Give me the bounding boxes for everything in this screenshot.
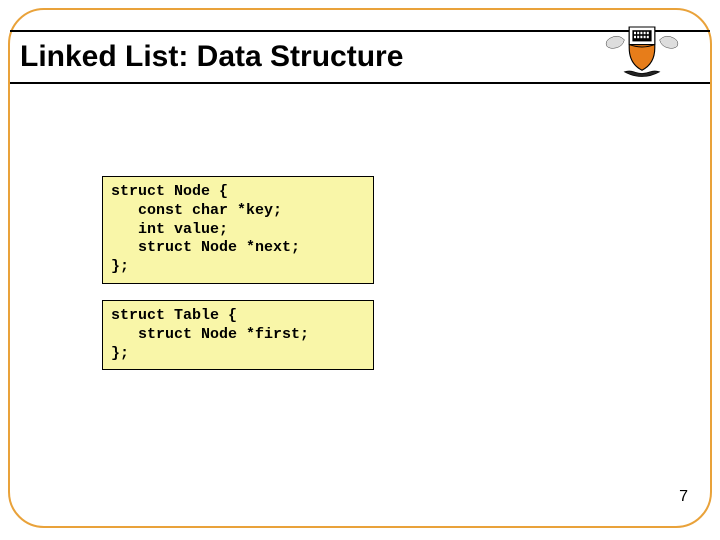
page-number: 7: [679, 488, 688, 506]
slide-frame: Linked List: Data Structure: [8, 8, 712, 528]
code-block-table-struct: struct Table { struct Node *first; };: [102, 300, 374, 370]
code-text: struct Node { const char *key; int value…: [111, 183, 365, 277]
princeton-shield-logo: [602, 22, 682, 80]
slide-title: Linked List: Data Structure: [20, 40, 403, 74]
code-text: struct Table { struct Node *first; };: [111, 307, 365, 363]
code-block-node-struct: struct Node { const char *key; int value…: [102, 176, 374, 284]
